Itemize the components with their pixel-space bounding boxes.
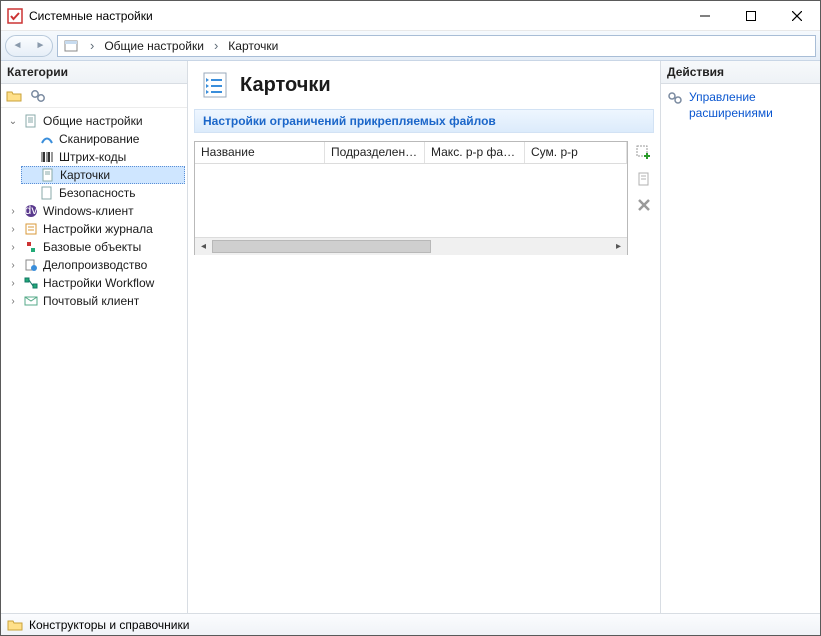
gears-icon[interactable]: [29, 87, 47, 105]
tree-label: Базовые объекты: [43, 240, 141, 254]
col-maxsize[interactable]: Макс. р-р фай...: [425, 142, 525, 163]
mail-icon: [23, 293, 39, 309]
table-side-actions: [634, 141, 654, 255]
statusbar: Конструкторы и справочники: [1, 613, 820, 635]
gears-icon: [667, 90, 683, 106]
tree-label: Настройки Workflow: [43, 276, 154, 290]
body: Категории ⌄ Общие настройки: [1, 61, 820, 613]
tree-node-barcodes[interactable]: Штрих-коды: [21, 148, 185, 166]
table-header: Название Подразделение Макс. р-р фай... …: [195, 142, 627, 164]
edit-row-button[interactable]: [634, 169, 654, 189]
tree-label: Сканирование: [59, 132, 139, 146]
tree-node-scanning[interactable]: Сканирование: [21, 130, 185, 148]
expand-icon[interactable]: ›: [7, 224, 19, 235]
back-arrow-icon: ◄: [13, 40, 23, 51]
docflow-icon: [23, 257, 39, 273]
actions-list: Управление расширениями: [661, 84, 820, 127]
forward-arrow-icon: ►: [36, 40, 46, 51]
attachments-table-wrap: Название Подразделение Макс. р-р фай... …: [194, 141, 654, 255]
scroll-right-icon[interactable]: ▸: [610, 238, 627, 255]
actions-header: Действия: [661, 61, 820, 84]
status-text: Конструкторы и справочники: [29, 618, 189, 632]
scroll-track[interactable]: [212, 238, 610, 255]
settings-window: Системные настройки ◄ ► Общие настройки …: [0, 0, 821, 636]
objects-icon: [23, 239, 39, 255]
tree-node-base-objects[interactable]: › Базовые объекты: [5, 238, 185, 256]
expand-icon[interactable]: ›: [7, 260, 19, 271]
content-header: Карточки: [194, 65, 654, 109]
attachments-table[interactable]: Название Подразделение Макс. р-р фай... …: [194, 141, 628, 255]
tree-node-general[interactable]: ⌄ Общие настройки: [5, 112, 185, 130]
tree-label: Настройки журнала: [43, 222, 153, 236]
tree-node-cards[interactable]: Карточки: [21, 166, 185, 184]
minimize-button[interactable]: [682, 1, 728, 31]
titlebar: Системные настройки: [1, 1, 820, 31]
page-icon: [23, 113, 39, 129]
tree-label: Почтовый клиент: [43, 294, 139, 308]
expand-icon[interactable]: ›: [7, 296, 19, 307]
categories-header: Категории: [1, 61, 187, 84]
breadcrumb-separator: [208, 38, 224, 53]
barcode-icon: [39, 149, 55, 165]
app-icon: [7, 8, 23, 24]
tree-label: Общие настройки: [43, 114, 143, 128]
action-link[interactable]: Управление расширениями: [689, 90, 814, 121]
add-row-button[interactable]: [634, 143, 654, 163]
tree-node-mail[interactable]: › Почтовый клиент: [5, 292, 185, 310]
journal-icon: [23, 221, 39, 237]
navbar: ◄ ► Общие настройки Карточки: [1, 31, 820, 61]
delete-row-button[interactable]: [634, 195, 654, 215]
breadcrumb-root-icon: [62, 37, 80, 55]
categories-toolbar: [1, 84, 187, 108]
scroll-left-icon[interactable]: ◂: [195, 238, 212, 255]
section-title: Настройки ограничений прикрепляемых файл…: [194, 109, 654, 133]
tree-node-docflow[interactable]: › Делопроизводство: [5, 256, 185, 274]
cards-icon: [198, 69, 230, 101]
collapse-icon[interactable]: ⌄: [7, 116, 19, 127]
window-title: Системные настройки: [29, 9, 682, 23]
tree-node-security[interactable]: Безопасность: [21, 184, 185, 202]
dv-icon: dv: [23, 203, 39, 219]
expand-icon[interactable]: ›: [7, 278, 19, 289]
tree-node-windows-client[interactable]: › dv Windows-клиент: [5, 202, 185, 220]
action-manage-extensions[interactable]: Управление расширениями: [667, 88, 814, 123]
tree-label: Windows-клиент: [43, 204, 134, 218]
breadcrumb-item-1[interactable]: Карточки: [224, 39, 282, 53]
breadcrumb-separator: [84, 38, 100, 53]
tree-label: Делопроизводство: [43, 258, 147, 272]
col-name[interactable]: Название: [195, 142, 325, 163]
sidebar-categories: Категории ⌄ Общие настройки: [1, 61, 188, 613]
folder-icon[interactable]: [5, 87, 23, 105]
card-icon: [40, 167, 56, 183]
table-body[interactable]: [195, 164, 627, 237]
categories-tree[interactable]: ⌄ Общие настройки Сканирование: [1, 108, 187, 613]
close-button[interactable]: [774, 1, 820, 31]
expand-icon[interactable]: ›: [7, 206, 19, 217]
tree-node-workflow[interactable]: › Настройки Workflow: [5, 274, 185, 292]
content-panel: Карточки Настройки ограничений прикрепля…: [188, 61, 660, 613]
breadcrumb-bar[interactable]: Общие настройки Карточки: [57, 35, 816, 57]
content-title: Карточки: [240, 74, 331, 97]
folder-icon: [7, 617, 23, 633]
tree-label: Безопасность: [59, 186, 136, 200]
scan-icon: [39, 131, 55, 147]
col-sumsize[interactable]: Сум. р-р: [525, 142, 627, 163]
h-scrollbar[interactable]: ◂ ▸: [195, 237, 627, 254]
workflow-icon: [23, 275, 39, 291]
nav-backforward[interactable]: ◄ ►: [5, 35, 53, 57]
maximize-button[interactable]: [728, 1, 774, 31]
tree-label: Карточки: [60, 168, 110, 182]
svg-text:dv: dv: [25, 204, 38, 217]
col-dept[interactable]: Подразделение: [325, 142, 425, 163]
sidebar-actions: Действия Управление расширениями: [660, 61, 820, 613]
breadcrumb-item-0[interactable]: Общие настройки: [100, 39, 208, 53]
scroll-thumb[interactable]: [212, 240, 431, 253]
expand-icon[interactable]: ›: [7, 242, 19, 253]
tree-label: Штрих-коды: [59, 150, 126, 164]
security-icon: [39, 185, 55, 201]
tree-node-journal[interactable]: › Настройки журнала: [5, 220, 185, 238]
